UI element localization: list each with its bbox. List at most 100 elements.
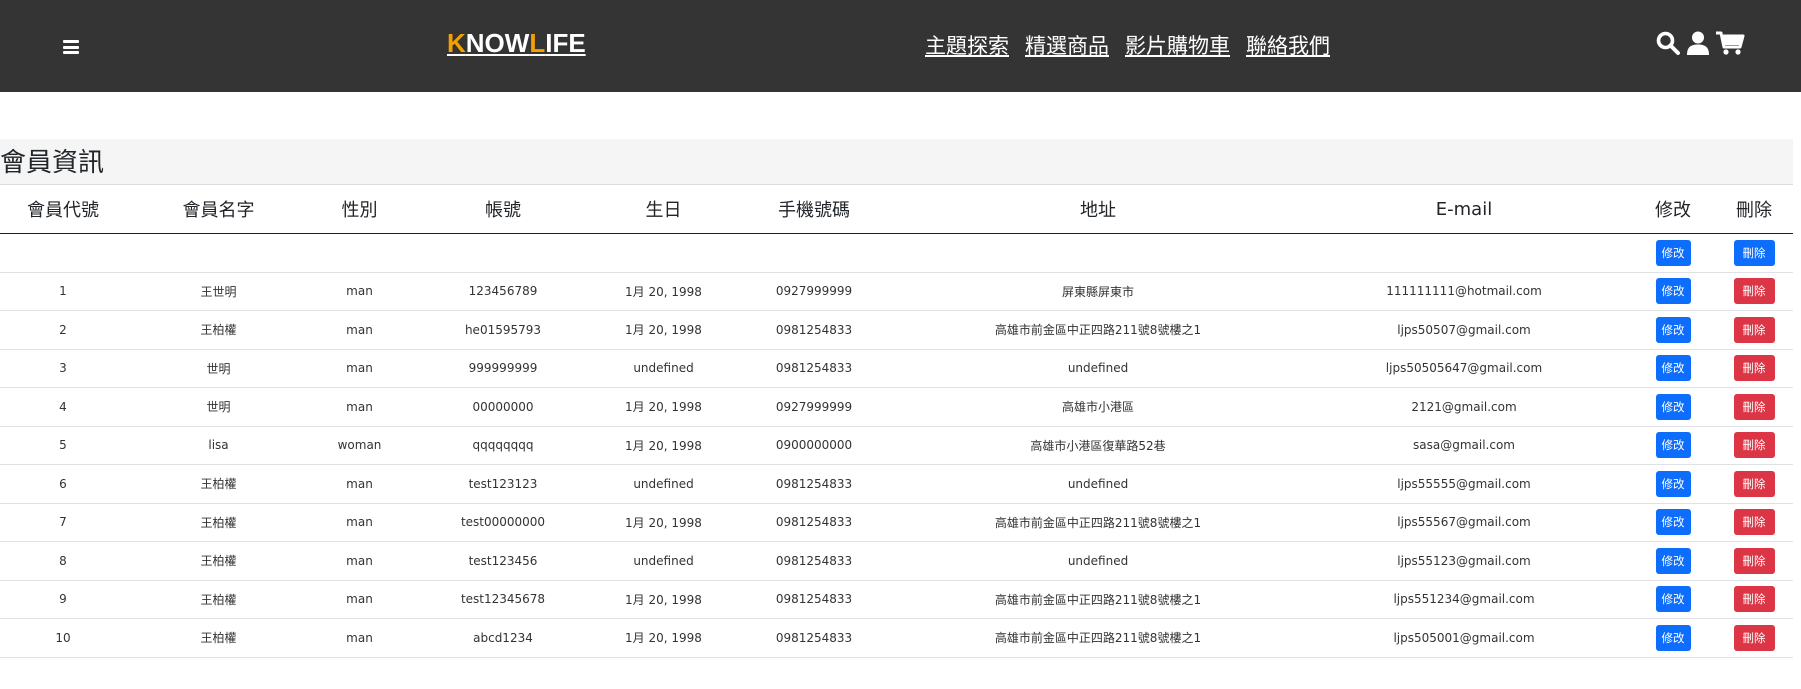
cell-account: 00000000: [408, 387, 598, 427]
search-icon[interactable]: [1655, 30, 1681, 56]
header-edit: 修改: [1631, 185, 1715, 234]
cell-email: sasa@gmail.com: [1297, 426, 1631, 465]
cell-birthday: 1月 20, 1998: [598, 387, 729, 427]
cell-email: ljps55123@gmail.com: [1297, 541, 1631, 581]
nav-link-products[interactable]: 精選商品: [1025, 30, 1109, 60]
cell-gender: man: [311, 310, 408, 350]
cell-account: 123456789: [408, 272, 598, 311]
cell-member-id: 1: [0, 272, 126, 311]
cell-birthday: undefined: [598, 541, 729, 581]
cell-email: 2121@gmail.com: [1297, 387, 1631, 427]
user-icon[interactable]: [1685, 30, 1711, 56]
nav-icons: [1655, 30, 1745, 56]
delete-button[interactable]: 刪除: [1733, 547, 1775, 574]
title-bar: [0, 139, 1793, 185]
table-row: 8 王柏權 man test123456 undefined 0981254833 unde…: [0, 541, 1793, 581]
header-phone: 手機號碼: [729, 185, 899, 234]
edit-button[interactable]: 修改: [1655, 316, 1691, 343]
edit-button[interactable]: 修改: [1655, 624, 1691, 651]
cell-account: qqqqqqqq: [408, 426, 598, 465]
cell-account: test123123: [408, 464, 598, 504]
cell-member-id: 8: [0, 541, 126, 581]
cell-address: 高雄市前金區中正四路211號8號樓之1: [899, 618, 1297, 658]
header-member-name: 會員名字: [126, 185, 311, 234]
cell-gender: man: [311, 349, 408, 388]
nav-link-explore[interactable]: 主題探索: [925, 30, 1009, 60]
edit-button[interactable]: 修改: [1655, 586, 1691, 613]
cell-address: 高雄市前金區中正四路211號8號樓之1: [899, 580, 1297, 619]
delete-button[interactable]: 刪除: [1733, 624, 1775, 651]
cell-phone: 0981254833: [729, 503, 899, 542]
cell-address: undefined: [899, 349, 1297, 388]
table-row: 9 王柏權 man test12345678 1月 20, 1998 0981254833…: [0, 580, 1793, 619]
cell-member-id: 2: [0, 310, 126, 350]
cell-gender: man: [311, 503, 408, 542]
delete-button[interactable]: 刪除: [1733, 586, 1775, 613]
nav-link-contact[interactable]: 聯絡我們: [1246, 30, 1330, 60]
nav-links: 主題探索 精選商品 影片購物車 聯絡我們: [925, 30, 1330, 60]
cell-account: 999999999: [408, 349, 598, 388]
cell-account: he01595793: [408, 310, 598, 350]
header-account: 帳號: [408, 185, 598, 234]
cell-birthday: 1月 20, 1998: [598, 426, 729, 465]
edit-button[interactable]: 修改: [1655, 470, 1691, 497]
cell-address: 高雄市小港區: [899, 387, 1297, 427]
cell-birthday: undefined: [598, 464, 729, 504]
cell-account: abcd1234: [408, 618, 598, 658]
table-row-empty: 修改 刪除: [0, 233, 1793, 273]
cell-address: 高雄市前金區中正四路211號8號樓之1: [899, 310, 1297, 350]
brand-text-now: NOW: [465, 28, 530, 58]
cell-address: undefined: [899, 541, 1297, 581]
menu-icon[interactable]: [63, 40, 79, 54]
cell-email: ljps50507@gmail.com: [1297, 310, 1631, 350]
cell-account: test12345678: [408, 580, 598, 619]
cell-gender: man: [311, 387, 408, 427]
cell-phone: 0981254833: [729, 464, 899, 504]
cell-phone: 0981254833: [729, 618, 899, 658]
delete-button[interactable]: 刪除: [1733, 316, 1775, 343]
cell-member-name: 王柏權: [126, 541, 311, 581]
delete-button[interactable]: 刪除: [1733, 432, 1775, 459]
delete-button[interactable]: 刪除: [1733, 239, 1775, 266]
cell-member-name: 王柏權: [126, 310, 311, 350]
cell-phone: 0981254833: [729, 541, 899, 581]
cell-gender: woman: [311, 426, 408, 465]
cell-member-id: 3: [0, 349, 126, 388]
edit-button[interactable]: 修改: [1655, 509, 1691, 536]
brand-logo[interactable]: KNOWLIFE: [447, 28, 586, 59]
cell-member-id: 6: [0, 464, 126, 504]
table-row: 3 世明 man 999999999 undefined 0981254833 undefi…: [0, 349, 1793, 388]
cell-email: ljps551234@gmail.com: [1297, 580, 1631, 619]
edit-button[interactable]: 修改: [1655, 547, 1691, 574]
cell-account: test00000000: [408, 503, 598, 542]
header-member-id: 會員代號: [0, 185, 126, 234]
delete-button[interactable]: 刪除: [1733, 509, 1775, 536]
delete-button[interactable]: 刪除: [1733, 278, 1775, 305]
delete-button[interactable]: 刪除: [1733, 393, 1775, 420]
cell-member-name: 世明: [126, 387, 311, 427]
edit-button[interactable]: 修改: [1655, 432, 1691, 459]
edit-button[interactable]: 修改: [1655, 393, 1691, 420]
table-row: 10 王柏權 man abcd1234 1月 20, 1998 0981254833 高雄市…: [0, 618, 1793, 658]
edit-button[interactable]: 修改: [1655, 278, 1691, 305]
cell-member-name: 王柏權: [126, 464, 311, 504]
header-delete: 刪除: [1715, 185, 1793, 234]
delete-button[interactable]: 刪除: [1733, 355, 1775, 382]
edit-button[interactable]: 修改: [1655, 355, 1691, 382]
cell-gender: man: [311, 580, 408, 619]
table-row: 4 世明 man 00000000 1月 20, 1998 0927999999 高雄市小港…: [0, 387, 1793, 427]
page-title: 會員資訊: [0, 148, 105, 178]
header-gender: 性別: [311, 185, 408, 234]
table-row: 1 王世明 man 123456789 1月 20, 1998 0927999999 屏東縣…: [0, 272, 1793, 311]
cell-email: ljps55555@gmail.com: [1297, 464, 1631, 504]
delete-button[interactable]: 刪除: [1733, 470, 1775, 497]
cell-member-name: 王柏權: [126, 580, 311, 619]
cell-address: undefined: [899, 464, 1297, 504]
nav-link-video-cart[interactable]: 影片購物車: [1125, 30, 1230, 60]
cart-icon[interactable]: [1715, 30, 1745, 56]
edit-button[interactable]: 修改: [1655, 239, 1691, 266]
cell-email: ljps55567@gmail.com: [1297, 503, 1631, 542]
table-row: 5 lisa woman qqqqqqqq 1月 20, 1998 0900000000 高…: [0, 426, 1793, 465]
cell-member-name: 世明: [126, 349, 311, 388]
cell-member-id: 4: [0, 387, 126, 427]
